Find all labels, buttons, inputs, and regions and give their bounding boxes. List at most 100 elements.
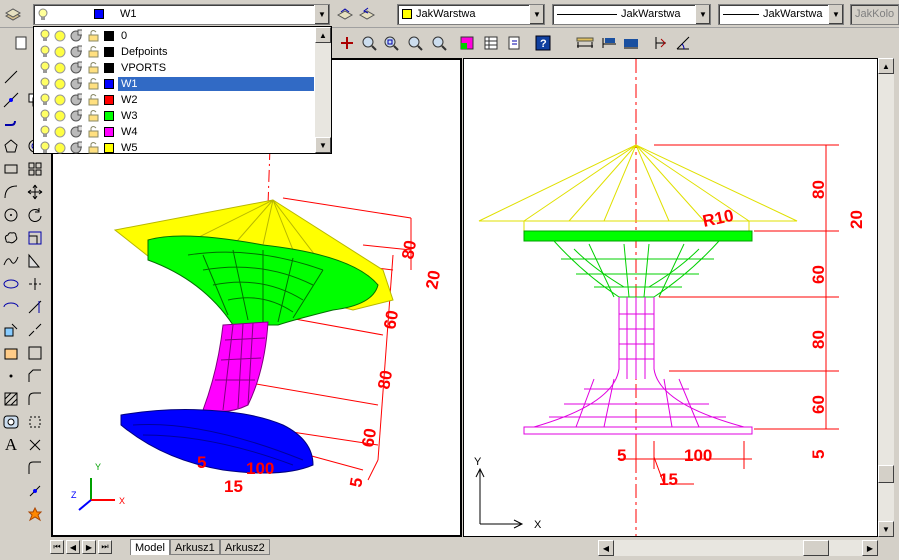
- scale-icon[interactable]: [24, 227, 46, 249]
- new-icon[interactable]: [10, 32, 32, 54]
- polygon-icon[interactable]: [0, 135, 22, 157]
- zoom-window-icon[interactable]: [380, 32, 402, 54]
- freeze-sun-icon[interactable]: [54, 61, 66, 74]
- layer-row[interactable]: 0: [34, 28, 316, 44]
- scroll-up-icon[interactable]: ▲: [878, 58, 894, 74]
- layer-row[interactable]: W4: [34, 124, 316, 140]
- chevron-down-icon[interactable]: ▼: [828, 5, 843, 24]
- break-icon[interactable]: [24, 319, 46, 341]
- layer-row[interactable]: W1: [34, 76, 316, 92]
- chevron-down-icon[interactable]: ▼: [695, 5, 710, 24]
- first-tab-icon[interactable]: ⏮: [50, 540, 64, 554]
- lock-icon[interactable]: [88, 125, 100, 138]
- freeze-sun-icon[interactable]: [54, 93, 66, 106]
- freeze-sun-icon[interactable]: [54, 109, 66, 122]
- dim-radius-icon[interactable]: [650, 32, 672, 54]
- tab-model[interactable]: Model: [130, 539, 170, 555]
- freeze-sun-icon[interactable]: [54, 45, 66, 58]
- line-icon[interactable]: [0, 66, 22, 88]
- vertical-scrollbar[interactable]: ▲ ▼: [878, 58, 894, 537]
- multiline-text-icon[interactable]: A: [0, 434, 22, 456]
- ellipse-icon[interactable]: [0, 273, 22, 295]
- tab-arkusz1[interactable]: Arkusz1: [170, 539, 220, 555]
- design-center-icon[interactable]: [480, 32, 502, 54]
- erase-icon[interactable]: [24, 434, 46, 456]
- extend-icon[interactable]: [24, 296, 46, 318]
- layer-manager-icon[interactable]: [2, 3, 24, 25]
- lock-icon[interactable]: [88, 77, 100, 90]
- construction-line-icon[interactable]: [0, 89, 22, 111]
- layer-previous-icon[interactable]: [356, 3, 378, 25]
- lightbulb-icon[interactable]: [40, 125, 52, 138]
- lock-icon[interactable]: [88, 61, 100, 74]
- lock-icon[interactable]: [88, 141, 100, 154]
- zoom-realtime-icon[interactable]: [358, 32, 380, 54]
- dim-aligned-icon[interactable]: [598, 32, 620, 54]
- freeze-sun-icon[interactable]: [54, 125, 66, 138]
- horizontal-scrollbar[interactable]: ◀ ▶: [598, 540, 878, 556]
- lightbulb-icon[interactable]: [40, 61, 52, 74]
- layer-row[interactable]: VPORTS: [34, 60, 316, 76]
- freeze-sun-icon[interactable]: [54, 77, 66, 90]
- make-layer-current-icon[interactable]: [334, 3, 356, 25]
- scroll-down-icon[interactable]: ▼: [878, 521, 894, 537]
- scroll-down-icon[interactable]: ▼: [315, 137, 331, 153]
- lightbulb-icon[interactable]: [40, 109, 52, 122]
- scroll-thumb-h[interactable]: [803, 540, 829, 556]
- layer-row[interactable]: W2: [34, 92, 316, 108]
- next-tab-icon[interactable]: ▶: [82, 540, 96, 554]
- region-icon[interactable]: [0, 411, 22, 433]
- snap-icon[interactable]: [24, 480, 46, 502]
- lightbulb-icon[interactable]: [40, 29, 52, 42]
- tool-palettes-icon[interactable]: [504, 32, 526, 54]
- scroll-thumb[interactable]: [878, 465, 894, 483]
- viewport-freeze-icon[interactable]: [70, 45, 82, 58]
- hatch-icon[interactable]: [0, 388, 22, 410]
- trim-icon[interactable]: [24, 273, 46, 295]
- viewport-freeze-icon[interactable]: [70, 29, 82, 42]
- lock-icon[interactable]: [88, 45, 100, 58]
- viewport-freeze-icon[interactable]: [70, 61, 82, 74]
- freeze-sun-icon[interactable]: [54, 141, 66, 154]
- color-select[interactable]: JakWarstwa ▼: [397, 4, 545, 25]
- lock-icon[interactable]: [88, 29, 100, 42]
- insert-block-icon[interactable]: [0, 319, 22, 341]
- last-tab-icon[interactable]: ⏭: [98, 540, 112, 554]
- join-icon[interactable]: [24, 342, 46, 364]
- viewport-freeze-icon[interactable]: [70, 109, 82, 122]
- viewport-freeze-icon[interactable]: [70, 125, 82, 138]
- scroll-right-icon[interactable]: ▶: [862, 540, 878, 556]
- chevron-down-icon[interactable]: ▼: [529, 5, 544, 24]
- pan-realtime-icon[interactable]: [336, 32, 358, 54]
- array-icon[interactable]: [24, 158, 46, 180]
- dim-ordinate-icon[interactable]: [620, 32, 642, 54]
- fillet-edge-icon[interactable]: [24, 457, 46, 479]
- chevron-down-icon[interactable]: ▼: [314, 5, 329, 24]
- spline-icon[interactable]: [0, 250, 22, 272]
- viewport-freeze-icon[interactable]: [70, 77, 82, 90]
- linetype-select[interactable]: JakWarstwa ▼: [552, 4, 711, 25]
- point-icon[interactable]: [0, 365, 22, 387]
- ellipse-arc-icon[interactable]: [0, 296, 22, 318]
- scroll-left-icon[interactable]: ◀: [598, 540, 614, 556]
- explode-object-icon[interactable]: [24, 503, 46, 525]
- circle-icon[interactable]: [0, 204, 22, 226]
- tab-arkusz2[interactable]: Arkusz2: [220, 539, 270, 555]
- dim-angular-icon[interactable]: [672, 32, 694, 54]
- fillet-icon[interactable]: [24, 388, 46, 410]
- scroll-up-icon[interactable]: ▲: [315, 27, 331, 43]
- lock-icon[interactable]: [88, 93, 100, 106]
- lightbulb-icon[interactable]: [40, 45, 52, 58]
- help-icon[interactable]: ?: [532, 32, 554, 54]
- dim-linear-icon[interactable]: [574, 32, 596, 54]
- explode-icon[interactable]: [24, 411, 46, 433]
- lock-icon[interactable]: [88, 109, 100, 122]
- viewport-front[interactable]: 80 20 60 80 60 5 R10 5 100 15 Y X: [463, 58, 878, 537]
- layer-row[interactable]: W5: [34, 140, 316, 156]
- move-icon[interactable]: [24, 181, 46, 203]
- arc-icon[interactable]: [0, 181, 22, 203]
- lightbulb-icon[interactable]: [40, 93, 52, 106]
- make-block-icon[interactable]: [0, 342, 22, 364]
- freeze-sun-icon[interactable]: [54, 29, 66, 42]
- chamfer-icon[interactable]: [24, 365, 46, 387]
